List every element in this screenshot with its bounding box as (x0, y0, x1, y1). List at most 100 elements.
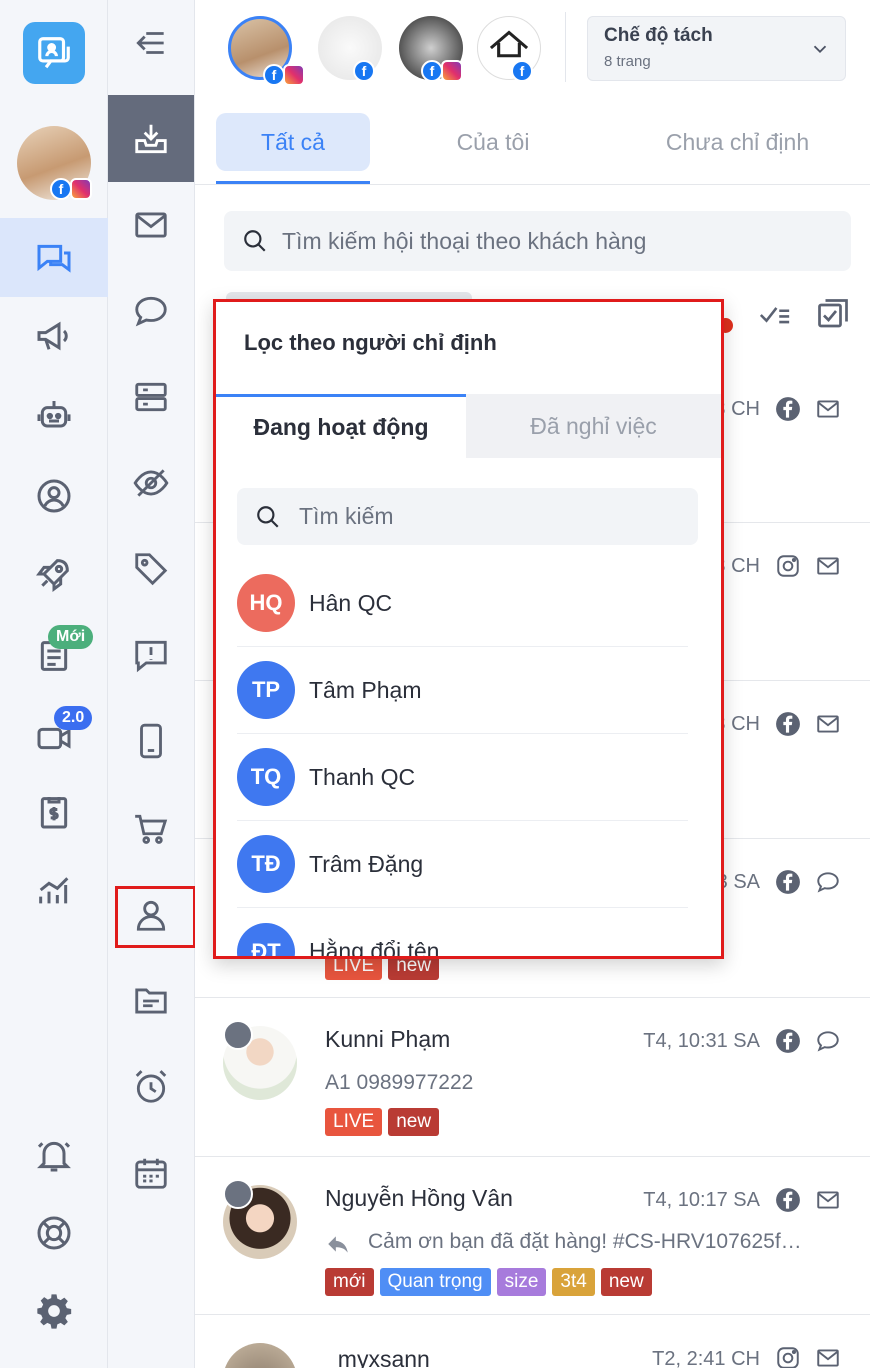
rail-notifications[interactable] (0, 1130, 108, 1180)
rail-campaign[interactable] (0, 310, 108, 362)
instagram-icon (441, 60, 463, 82)
calendar-icon (135, 1158, 167, 1189)
filter-phone[interactable] (108, 698, 194, 784)
alarm-clock-icon (135, 1070, 167, 1103)
tab-active-agents[interactable]: Đang hoạt động (216, 394, 466, 458)
agent-avatar: HQ (237, 574, 295, 632)
tag-important: Quan trọng (379, 1268, 491, 1296)
facebook-icon: f (353, 60, 375, 82)
filter-hidden[interactable] (108, 440, 194, 526)
filter-messages[interactable] (108, 182, 194, 268)
filter-server[interactable] (108, 354, 194, 440)
agent-name: Hằng đổi tên (309, 938, 440, 959)
new-badge: Mới (48, 625, 94, 649)
facebook-icon: f (511, 60, 533, 82)
agent-item[interactable]: TP Tâm Phạm (237, 647, 688, 734)
collapse-arrow-icon (136, 32, 164, 54)
tab-all[interactable]: Tất cả (216, 113, 370, 171)
row-time: T2, 2:41 CH (652, 1348, 760, 1368)
agent-name: Hân QC (309, 589, 393, 616)
lifebuoy-icon (37, 1216, 71, 1250)
rail-bot[interactable] (0, 388, 108, 444)
mail-icon (817, 1191, 839, 1209)
search-placeholder: Tìm kiếm hội thoại theo khách hàng (282, 227, 647, 254)
view-mode-title: Chế độ tách (604, 25, 713, 46)
tab-mine[interactable]: Của tôi (420, 113, 566, 171)
facebook-icon (776, 870, 800, 894)
mail-icon (817, 400, 839, 418)
facebook-icon: f (263, 64, 285, 86)
rail-analytics[interactable] (0, 862, 108, 918)
chat-logo-icon (38, 37, 70, 69)
chat-bubbles-icon (37, 244, 71, 273)
comment-icon (817, 872, 839, 893)
message-preview: A1 0989977222 (325, 1071, 474, 1094)
filter-unanswered[interactable] (108, 612, 194, 698)
tab-unassigned[interactable]: Chưa chỉ định (645, 113, 830, 171)
assignee-filter-popup: Lọc theo người chỉ định Đang hoạt động Đ… (213, 299, 724, 959)
conversation-row[interactable]: Kunni Phạm T4, 10:31 SA A1 0989977222 LI… (195, 998, 870, 1157)
tag-icon (135, 553, 168, 586)
filter-folder[interactable] (108, 958, 194, 1044)
filter-comments[interactable] (108, 268, 194, 354)
tag-new: new (600, 1268, 652, 1296)
instagram-icon (283, 64, 305, 86)
agent-item[interactable]: HQ Hân QC (237, 560, 688, 647)
filter-calendar[interactable] (108, 1130, 194, 1216)
rail-orders[interactable] (0, 784, 108, 840)
rail-settings[interactable] (0, 1286, 108, 1336)
inbox-download-icon (135, 124, 167, 153)
conversation-row[interactable]: _myxsann_ T2, 2:41 CH (195, 1315, 870, 1368)
filter-reminder[interactable] (108, 1044, 194, 1130)
agent-search-input[interactable]: Tìm kiếm (237, 488, 698, 545)
instagram-icon (70, 178, 92, 200)
rail-boost[interactable] (0, 546, 108, 602)
version-badge: 2.0 (54, 706, 93, 730)
select-checkbox-icon[interactable] (815, 296, 851, 332)
comment-icon (135, 296, 167, 327)
instagram-icon (777, 1347, 799, 1368)
filter-tags[interactable] (108, 526, 194, 612)
reply-icon (328, 1236, 348, 1253)
rocket-icon (36, 559, 69, 592)
rail-customers[interactable] (0, 468, 108, 524)
facebook-icon (776, 397, 800, 421)
rail-conversations[interactable] (0, 218, 108, 297)
view-mode-dropdown[interactable]: Chế độ tách 8 trang (587, 16, 846, 81)
filter-inbox[interactable] (108, 95, 194, 182)
customer-name: _myxsann_ (325, 1346, 443, 1368)
agent-search-placeholder: Tìm kiếm (299, 503, 394, 529)
agent-avatar: TP (237, 661, 295, 719)
filter-column (108, 0, 195, 1368)
agent-item[interactable]: TĐ Trâm Đặng (237, 821, 688, 908)
rail-help[interactable] (0, 1208, 108, 1258)
mail-icon (817, 1349, 839, 1367)
search-icon (257, 505, 279, 528)
tag-new: new (388, 1108, 440, 1136)
mark-read-icon[interactable] (755, 298, 795, 332)
agent-item[interactable]: TQ Thanh QC (237, 734, 688, 821)
tab-resigned-agents[interactable]: Đã nghỉ việc (466, 394, 721, 458)
chevron-down-icon (813, 45, 827, 54)
customer-name: Kunni Phạm (325, 1026, 451, 1052)
filter-cart[interactable] (108, 786, 194, 872)
facebook-icon (776, 1029, 800, 1053)
agent-item[interactable]: ĐT Hằng đổi tên (237, 908, 688, 959)
customer-name: Nguyễn Hồng Vân (325, 1185, 513, 1211)
conversation-row[interactable]: Nguyễn Hồng Vân T4, 10:17 SA Cảm ơn bạn … (195, 1157, 870, 1315)
tag-moi: mới (325, 1268, 374, 1296)
server-icon (135, 382, 167, 412)
chart-icon (39, 877, 69, 904)
conversation-search[interactable]: Tìm kiếm hội thoại theo khách hàng (224, 211, 851, 271)
divider (565, 12, 566, 82)
view-mode-subtitle: 8 trang (604, 53, 651, 70)
gear-icon (37, 1294, 72, 1329)
popup-title: Lọc theo người chỉ định (244, 330, 497, 355)
robot-icon (37, 401, 71, 428)
facebook-icon (776, 1188, 800, 1212)
agent-avatar: TĐ (237, 835, 295, 893)
search-icon (244, 230, 266, 252)
app-logo[interactable] (23, 22, 85, 84)
collapse-menu-button[interactable] (108, 0, 194, 86)
main-rail: f Mới 2.0 (0, 0, 108, 1368)
